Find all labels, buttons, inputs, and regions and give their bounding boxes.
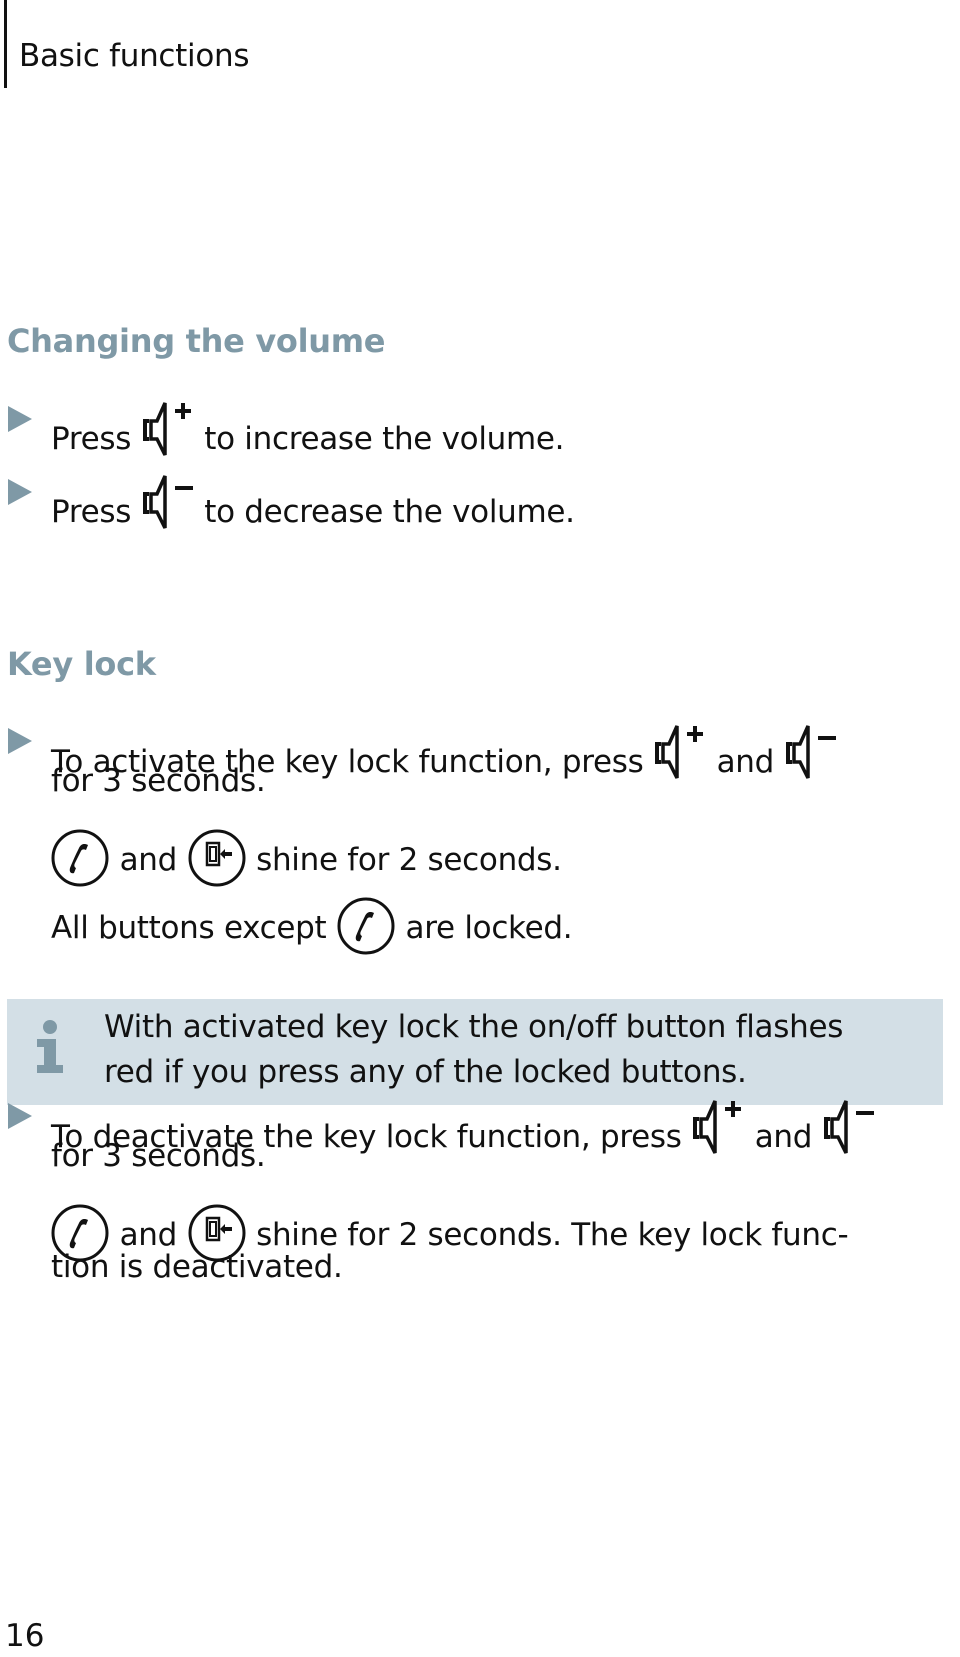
volume-up-icon (653, 718, 704, 782)
bullet-icon (8, 406, 32, 432)
conjunction-text: and (119, 1217, 178, 1253)
instruction-text: All buttons except (51, 910, 327, 946)
activate-line-4: All buttons except are locked. (51, 896, 573, 956)
info-icon (37, 1020, 63, 1073)
volume-up-icon (691, 1093, 742, 1157)
conjunction-text: and (119, 842, 178, 878)
bullet-icon (8, 479, 32, 505)
instruction-text: shine for 2 seconds. The key lock func- (256, 1217, 849, 1253)
conjunction-text: and (754, 1119, 813, 1155)
page-number: 16 (5, 1618, 45, 1654)
volume-up-instruction: Press to increase the volume. (51, 395, 565, 459)
phone-icon (50, 828, 110, 888)
page-header-title: Basic functions (19, 38, 250, 74)
info-note: With activated key lock the on/off butto… (7, 999, 943, 1105)
instruction-text: to decrease the volume. (204, 494, 575, 530)
instruction-text: are locked. (405, 910, 573, 946)
instruction-text: Press (51, 494, 132, 530)
bullet-icon (8, 728, 32, 754)
info-text-line-2: red if you press any of the locked butto… (104, 1054, 747, 1090)
instruction-text: shine for 2 seconds. (256, 842, 562, 878)
activate-line-3: and shine for 2 seconds. (50, 828, 562, 888)
header-rule (4, 0, 7, 88)
volume-down-instruction: Press to decrease the volume. (51, 468, 575, 532)
phone-icon (336, 896, 396, 956)
volume-up-icon (141, 395, 191, 459)
volume-down-icon (822, 1093, 874, 1157)
menu-exit-icon (187, 828, 247, 888)
volume-down-icon (141, 468, 193, 532)
deactivate-line-4: tion is deactivated. (51, 1249, 343, 1285)
volume-down-icon (784, 718, 836, 782)
bullet-icon (8, 1103, 32, 1129)
conjunction-text: and (716, 744, 775, 780)
section-heading-key-lock: Key lock (7, 645, 156, 683)
instruction-text: to increase the volume. (204, 421, 565, 457)
instruction-text: Press (51, 421, 132, 457)
info-text-line-1: With activated key lock the on/off butto… (104, 1009, 844, 1045)
deactivate-line-2: for 3 seconds. (51, 1138, 266, 1174)
activate-line-2: for 3 seconds. (51, 763, 266, 799)
section-heading-volume: Changing the volume (7, 322, 386, 360)
